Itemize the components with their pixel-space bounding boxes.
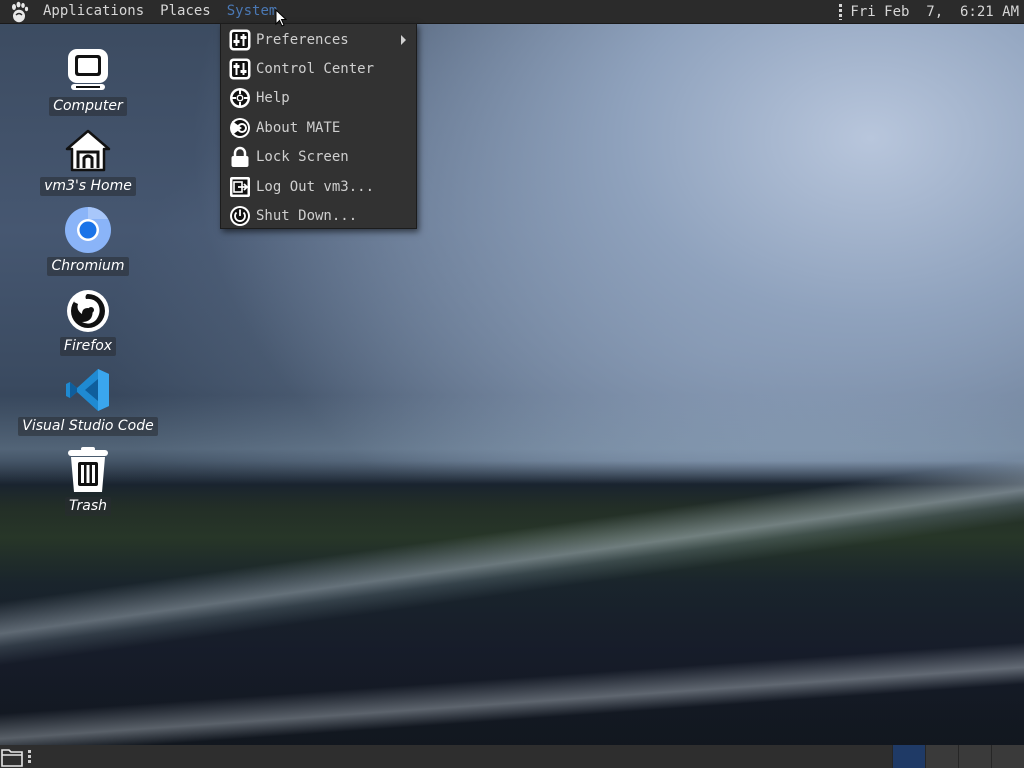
bottom-panel: [0, 745, 1024, 768]
home-folder-icon: [64, 126, 112, 174]
menu-item-preferences[interactable]: Preferences: [221, 25, 416, 54]
desktop-icon-label: Firefox: [59, 337, 117, 356]
menu-item-label: Log Out vm3...: [256, 178, 375, 195]
preferences-icon: [229, 29, 251, 51]
menu-item-log-out[interactable]: Log Out vm3...: [221, 172, 416, 201]
applications-menu[interactable]: Applications: [35, 0, 152, 23]
clock[interactable]: Fri Feb 7, 6:21 AM: [850, 4, 1024, 20]
menu-item-shut-down[interactable]: Shut Down...: [221, 201, 416, 230]
desktop-icon-computer[interactable]: Computer: [18, 46, 158, 116]
control-center-icon: [229, 58, 251, 80]
folder-icon: [1, 748, 23, 767]
workspace-3[interactable]: [958, 745, 991, 768]
panel-drag-handle[interactable]: [839, 3, 843, 20]
gnome-foot-icon[interactable]: [9, 1, 31, 23]
desktop-icon-chromium[interactable]: Chromium: [18, 206, 158, 276]
computer-icon: [64, 46, 112, 94]
panel-tray: Fri Feb 7, 6:21 AM: [839, 3, 1024, 20]
desktop-icon-label: Visual Studio Code: [18, 417, 158, 436]
menu-item-label: Preferences: [256, 31, 349, 48]
desktop-icon-home[interactable]: vm3's Home: [18, 126, 158, 196]
menu-item-label: Shut Down...: [256, 208, 358, 225]
menu-item-label: Control Center: [256, 61, 375, 78]
about-mate-icon: [229, 117, 251, 139]
menu-item-help[interactable]: Help: [221, 84, 416, 113]
desktop-icon-firefox[interactable]: Firefox: [18, 286, 158, 356]
show-desktop-button[interactable]: [0, 745, 24, 768]
vscode-icon: [64, 366, 112, 414]
trash-icon: [64, 446, 112, 494]
power-icon: [229, 205, 251, 227]
menu-item-lock-screen[interactable]: Lock Screen: [221, 143, 416, 172]
menu-item-label: Lock Screen: [256, 149, 349, 166]
menu-item-label: Help: [256, 90, 290, 107]
menu-item-control-center[interactable]: Control Center: [221, 54, 416, 83]
chromium-icon: [64, 206, 112, 254]
desktop-icon-vscode[interactable]: Visual Studio Code: [18, 366, 158, 436]
panel-drag-handle[interactable]: [28, 749, 31, 764]
help-icon: [229, 87, 251, 109]
menu-item-about-mate[interactable]: About MATE: [221, 113, 416, 142]
menu-item-label: About MATE: [256, 119, 341, 136]
logout-icon: [229, 176, 251, 198]
workspace-switcher: [892, 745, 1024, 768]
submenu-arrow-icon: [401, 34, 406, 45]
desktop-icon-label: Trash: [65, 497, 111, 516]
workspace-4[interactable]: [991, 745, 1024, 768]
places-menu[interactable]: Places: [152, 0, 219, 23]
workspace-1[interactable]: [892, 745, 925, 768]
desktop-icon-label: Chromium: [47, 257, 129, 276]
workspace-2[interactable]: [925, 745, 958, 768]
desktop-icon-label: Computer: [49, 97, 127, 116]
desktop: Applications Places System Fri Feb 7, 6:…: [0, 0, 1024, 768]
system-dropdown-menu: Preferences Control Center Help About MA…: [220, 23, 417, 229]
firefox-icon: [64, 286, 112, 334]
desktop-icon-label: vm3's Home: [40, 177, 136, 196]
mouse-pointer-icon: [275, 9, 287, 27]
desktop-icon-trash[interactable]: Trash: [18, 446, 158, 516]
lock-icon: [229, 146, 251, 168]
top-panel: Applications Places System Fri Feb 7, 6:…: [0, 0, 1024, 23]
